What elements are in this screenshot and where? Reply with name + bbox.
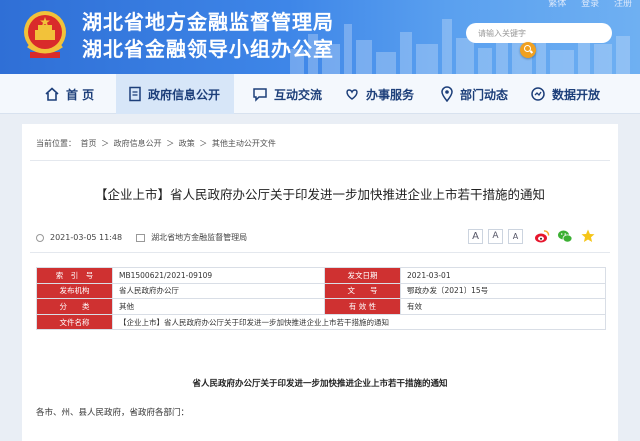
- breadcrumb-item-policy[interactable]: 政策: [179, 139, 195, 148]
- font-size-large-button[interactable]: A: [468, 229, 483, 244]
- divider: [30, 160, 610, 161]
- national-emblem-logo: [24, 11, 66, 58]
- info-label-index: 索 引 号: [36, 267, 113, 284]
- site-title-line2: 湖北省金融领导小组办公室: [82, 37, 334, 61]
- data-icon: [531, 87, 545, 101]
- nav-label-interaction: 互动交流: [274, 87, 323, 102]
- info-value-file-name: 【企业上市】省人民政府办公厅关于印发进一步加快推进企业上市若干措施的通知: [112, 313, 606, 331]
- table-row: 索 引 号 MB1500621/2021-09109 发文日期 2021-03-…: [36, 267, 606, 284]
- article-title: 【企业上市】省人民政府办公厅关于印发进一步加快推进企业上市若干措施的通知: [94, 187, 545, 202]
- heart-hands-icon: [346, 89, 358, 100]
- nav-item-dept-news[interactable]: 部门动态: [440, 74, 508, 114]
- site-title-line1: 湖北省地方金融监督管理局: [82, 10, 334, 34]
- top-links: 繁体 登录 注册: [536, 0, 632, 9]
- body-paragraph: 各市、州、县人民政府，省政府各部门：: [36, 408, 190, 418]
- favorite-icon[interactable]: [580, 228, 596, 244]
- info-label-publisher: 发布机构: [36, 282, 113, 300]
- nav-label-open-data: 数据开放: [552, 87, 601, 102]
- nav-item-home[interactable]: 首 页: [44, 74, 94, 114]
- info-value-issue-date: 2021-03-01: [400, 267, 606, 284]
- article-meta: 2021-03-05 11:48 湖北省地方金融监督管理局: [36, 232, 247, 243]
- info-label-issue-date: 发文日期: [324, 267, 401, 284]
- font-size-small-button[interactable]: A: [508, 229, 523, 244]
- info-value-category: 其他: [112, 298, 325, 315]
- breadcrumb: 当前位置： 首页 ＞ 政府信息公开 ＞ 政策 ＞ 其他主动公开文件: [36, 138, 278, 149]
- content-card: 当前位置： 首页 ＞ 政府信息公开 ＞ 政策 ＞ 其他主动公开文件 【企业上市】…: [22, 124, 618, 441]
- source-icon: [136, 233, 146, 242]
- wechat-icon[interactable]: [557, 228, 573, 244]
- info-label-category: 分 类: [36, 298, 113, 315]
- article-source: 湖北省地方金融监督管理局: [151, 233, 248, 242]
- breadcrumb-item-other-files[interactable]: 其他主动公开文件: [212, 139, 276, 148]
- home-icon: [45, 87, 59, 101]
- info-label-doc-number: 文 号: [324, 282, 401, 300]
- breadcrumb-separator: ＞: [166, 139, 175, 148]
- body-title: 省人民政府办公厅关于印发进一步加快推进企业上市若干措施的通知: [192, 379, 448, 389]
- table-row: 分 类 其他 有 效 性 有效: [36, 298, 606, 315]
- clock-icon: [36, 233, 44, 242]
- info-value-doc-number: 鄂政办发〔2021〕15号: [400, 282, 606, 300]
- chat-icon: [253, 88, 267, 102]
- breadcrumb-item-gov-info[interactable]: 政府信息公开: [114, 139, 162, 148]
- info-label-validity: 有 效 性: [324, 298, 401, 315]
- top-link-traditional[interactable]: 繁体: [548, 0, 566, 9]
- main-nav: 首 页 政府信息公开 互动交流 办事服务 部门动态 数据开放: [0, 74, 640, 114]
- nav-label-gov-info: 政府信息公开: [148, 87, 221, 102]
- info-value-index: MB1500621/2021-09109: [112, 267, 325, 284]
- nav-label-services: 办事服务: [366, 87, 415, 102]
- divider: [30, 252, 610, 253]
- document-info-table: 索 引 号 MB1500621/2021-09109 发文日期 2021-03-…: [36, 267, 606, 331]
- nav-item-interaction[interactable]: 互动交流: [252, 74, 322, 114]
- nav-label-home: 首 页: [66, 87, 95, 102]
- top-link-login[interactable]: 登录: [581, 0, 599, 9]
- nav-item-services[interactable]: 办事服务: [344, 74, 414, 114]
- weibo-icon[interactable]: [534, 228, 550, 244]
- font-size-medium-button[interactable]: A: [488, 229, 503, 244]
- info-value-validity: 有效: [400, 298, 606, 315]
- info-label-file-name: 文件名称: [36, 313, 113, 331]
- search-input[interactable]: 请输入关键字: [466, 23, 612, 43]
- table-row: 发布机构 省人民政府办公厅 文 号 鄂政办发〔2021〕15号: [36, 282, 606, 300]
- pin-icon: [441, 86, 453, 102]
- nav-label-dept-news: 部门动态: [460, 87, 509, 102]
- breadcrumb-prefix: 当前位置：: [36, 139, 76, 148]
- breadcrumb-item-home[interactable]: 首页: [81, 139, 97, 148]
- nav-item-gov-info[interactable]: 政府信息公开: [116, 74, 234, 114]
- breadcrumb-separator: ＞: [199, 139, 208, 148]
- top-link-register[interactable]: 注册: [614, 0, 632, 9]
- article-date: 2021-03-05 11:48: [50, 233, 123, 242]
- breadcrumb-separator: ＞: [101, 139, 110, 148]
- info-value-publisher: 省人民政府办公厅: [112, 282, 325, 300]
- nav-item-open-data[interactable]: 数据开放: [530, 74, 600, 114]
- table-row: 文件名称 【企业上市】省人民政府办公厅关于印发进一步加快推进企业上市若干措施的通…: [36, 313, 606, 331]
- search-icon[interactable]: [520, 42, 536, 58]
- site-header: 湖北省地方金融监督管理局 湖北省金融领导小组办公室 繁体 登录 注册 请输入关键…: [0, 0, 640, 74]
- document-icon: [129, 86, 141, 102]
